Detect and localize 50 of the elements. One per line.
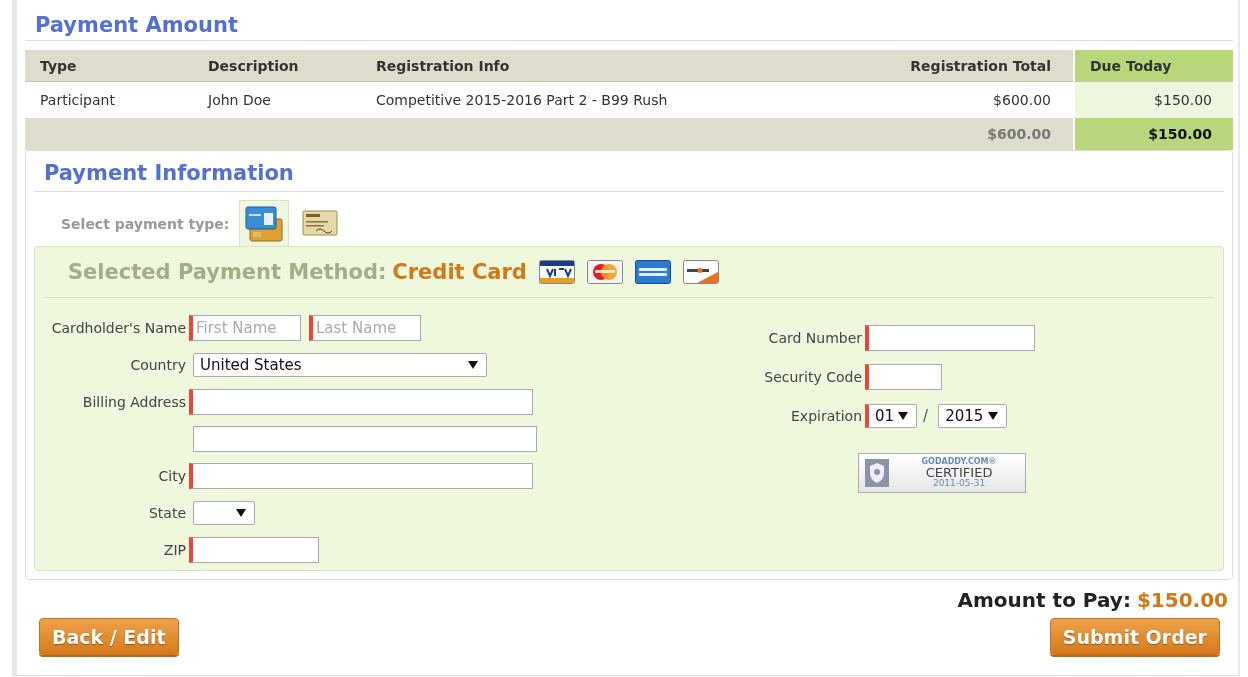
field-label: ZIP — [163, 541, 186, 558]
table-cell: $150.00 — [1073, 82, 1233, 118]
field-label: Card Number — [768, 329, 863, 346]
dropdown[interactable]: United States — [193, 352, 487, 377]
amount-value: $150.00 — [1136, 588, 1228, 612]
text-field[interactable] — [865, 363, 943, 390]
text-field[interactable] — [865, 324, 1036, 351]
shield-icon — [865, 459, 890, 487]
text-field[interactable] — [189, 388, 533, 415]
card-logo-icon — [634, 260, 671, 284]
total-cell: $600.00 — [691, 118, 1073, 150]
column-header: Due Today — [1073, 50, 1233, 82]
name-field[interactable]: First Name — [189, 314, 301, 341]
payment-type-label: Select payment type: — [61, 216, 230, 232]
card-logo-icon — [586, 260, 623, 284]
field-label: Country — [130, 356, 186, 373]
credit-card-option[interactable] — [239, 200, 290, 246]
caret-icon — [236, 508, 246, 517]
section-title: Payment Information — [34, 161, 1224, 192]
total-cell: $150.00 — [1073, 118, 1233, 150]
seal-date: 2011-05-31 — [932, 479, 986, 488]
caret-icon — [988, 411, 999, 420]
name-field[interactable]: Last Name — [309, 314, 421, 341]
card-logo-icon — [682, 260, 719, 284]
field-label: Security Code — [764, 368, 863, 385]
field-label: City — [158, 467, 186, 484]
month-dropdown[interactable]: 01 — [865, 403, 918, 428]
column-header: Registration Info — [361, 50, 691, 82]
field-label: Cardholder's Name — [51, 319, 186, 336]
seal-brand: GODADDY.COM® — [921, 458, 997, 466]
field-label: State — [148, 504, 186, 521]
caret-icon — [468, 360, 478, 369]
text-field[interactable] — [193, 425, 537, 452]
column-header: Type — [25, 50, 193, 82]
method-value: Credit Card — [392, 260, 527, 284]
field-label: Expiration — [791, 407, 863, 424]
year-dropdown[interactable]: 2015 — [938, 403, 1008, 428]
column-header: Description — [193, 50, 361, 82]
amount-label: Amount to Pay: — [957, 588, 1131, 612]
caret-icon — [898, 411, 909, 420]
method-label: Selected Payment Method: — [68, 260, 387, 284]
date-separator: / — [923, 406, 929, 425]
dropdown[interactable] — [193, 500, 255, 525]
text-field[interactable] — [189, 536, 319, 563]
text-field[interactable] — [189, 462, 533, 489]
seal-status: CERTIFIED — [925, 466, 993, 479]
column-header: Registration Total — [691, 50, 1073, 82]
field-label: Billing Address — [82, 393, 186, 410]
card-logo-icon — [538, 260, 575, 284]
section-title: Payment Amount — [25, 10, 1233, 41]
